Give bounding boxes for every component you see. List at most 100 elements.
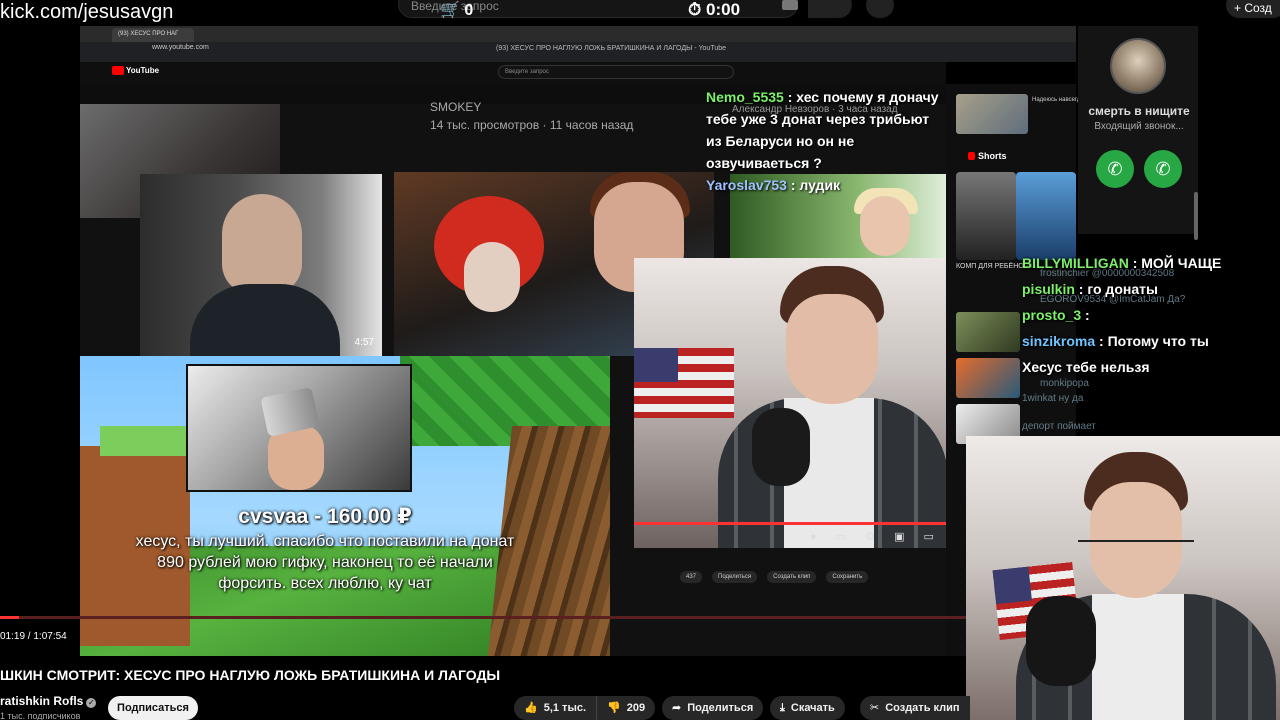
chat-message: BILLYMILLIGAN : МОЙ ЧАЩЕ bbox=[1022, 250, 1280, 276]
kick-url-overlay: kick.com/jesusavgn bbox=[0, 1, 174, 23]
dislike-count: 209 bbox=[626, 702, 646, 714]
tile-pot-webcam bbox=[186, 364, 412, 492]
chat-message: Хесус тебе нельзя bbox=[1022, 354, 1280, 380]
cart-icon: 🛒 bbox=[440, 2, 460, 19]
shorts-label[interactable]: Shorts bbox=[968, 151, 1007, 161]
inner-share-button[interactable]: Поделиться bbox=[712, 571, 758, 583]
face-shape bbox=[786, 294, 878, 404]
download-label: Скачать bbox=[790, 702, 835, 714]
download-icon: ⤓ bbox=[780, 702, 785, 714]
chat-text: : го донаты bbox=[1074, 281, 1158, 297]
chat-text: : Потому что ты bbox=[1095, 333, 1209, 349]
chat-message: sinzikroma : Потому что ты bbox=[1022, 328, 1280, 354]
chat-text: Хесус тебе нельзя bbox=[1022, 359, 1150, 375]
chat-username[interactable]: prosto_3 bbox=[1022, 307, 1081, 323]
channel-smokey: SMOKEY bbox=[430, 100, 482, 114]
chat-username[interactable]: BILLYMILLIGAN bbox=[1022, 255, 1129, 271]
search-icon[interactable] bbox=[808, 0, 852, 18]
accept-call-phone-icon[interactable]: ✆ bbox=[1096, 150, 1134, 188]
create-button[interactable]: + Созд bbox=[1226, 0, 1280, 18]
call-scrollbar[interactable] bbox=[1194, 192, 1198, 240]
stopwatch-icon: ⏱ bbox=[688, 0, 702, 19]
counter-value: 0 bbox=[464, 2, 474, 19]
face-shape bbox=[860, 196, 910, 256]
streamer-webcam bbox=[966, 436, 1280, 720]
inner-save-button[interactable]: Сохранить bbox=[826, 571, 869, 583]
tile-hood-video: 4:57 bbox=[140, 174, 382, 356]
video-title: ШКИН СМОТРИТ: ХЕСУС ПРО НАГЛУЮ ЛОЖЬ БРАТ… bbox=[0, 667, 501, 683]
inner-like-button[interactable]: 437 bbox=[680, 571, 703, 583]
share-icon: ➦ bbox=[672, 702, 682, 714]
dislike-button[interactable]: 👎 209 bbox=[596, 696, 656, 720]
timer-value: 0:00 bbox=[706, 0, 741, 19]
youtube-logo[interactable]: YouTube bbox=[112, 66, 160, 76]
inner-chat-text: : лудик bbox=[786, 177, 841, 193]
browser-address-bar[interactable]: www.youtube.com bbox=[152, 44, 209, 51]
inner-chat-username[interactable]: Yaroslav753 bbox=[706, 177, 787, 193]
clown-face-shape bbox=[464, 242, 520, 312]
verified-icon: ✓ bbox=[86, 698, 97, 708]
sidebar-thumbnail[interactable] bbox=[956, 94, 1028, 134]
download-button[interactable]: ⤓ Скачать bbox=[770, 696, 845, 720]
sidebar-thumbnail[interactable] bbox=[956, 358, 1020, 398]
tile-duration: 4:57 bbox=[354, 337, 374, 348]
sidebar-thumbnail[interactable] bbox=[956, 312, 1020, 352]
chat-username[interactable]: sinzikroma bbox=[1022, 333, 1095, 349]
short-thumbnail[interactable] bbox=[1016, 172, 1076, 260]
inner-progress-bar[interactable] bbox=[634, 522, 946, 525]
inner-clip-button[interactable]: Создать клип bbox=[767, 571, 817, 583]
caller-avatar bbox=[1110, 38, 1166, 94]
donation-alert: cvsvaa - 160.00 ₽ хесус, ты лучший. спас… bbox=[130, 504, 520, 594]
chat-username[interactable]: pisulkin bbox=[1022, 281, 1075, 297]
inner-player-controls[interactable]: ● ▭ ⚙ ▣ ▭ ⛶ bbox=[810, 530, 969, 544]
time-display: 01:19 / 1:07:54 bbox=[0, 631, 67, 642]
youtube-play-icon bbox=[112, 66, 124, 76]
microphone-shape bbox=[752, 408, 810, 486]
video-views: 14 тыс. просмотров · 11 часов назад bbox=[430, 118, 634, 132]
caller-name: смерть в нищите bbox=[1088, 104, 1190, 118]
accept-video-phone-icon[interactable]: ✆ bbox=[1144, 150, 1182, 188]
stream-chat: BILLYMILLIGAN : МОЙ ЧАЩЕ pisulkin : го до… bbox=[1022, 250, 1280, 380]
inner-search-input[interactable]: Введите запрос bbox=[498, 65, 734, 79]
microphone-icon[interactable] bbox=[866, 0, 894, 18]
clip-button[interactable]: ✂ Создать клип bbox=[860, 696, 970, 720]
share-button[interactable]: ➦ Поделиться bbox=[662, 696, 764, 720]
share-label: Поделиться bbox=[687, 702, 754, 714]
subscriber-count: 1 тыс. подписчиков bbox=[0, 711, 81, 720]
microphone-shape bbox=[1026, 596, 1096, 686]
chat-message: prosto_3 : bbox=[1022, 302, 1280, 328]
inner-chat-username[interactable]: Nemo_5535 bbox=[706, 89, 784, 105]
thumbs-up-icon: 👍 bbox=[524, 702, 538, 714]
us-flag-shape bbox=[634, 348, 734, 418]
channel-name-text: ratishkin Rofls bbox=[0, 694, 84, 708]
youtube-logo-text: YouTube bbox=[126, 66, 160, 75]
browser-tab[interactable]: (93) ХЕСУС ПРО НАГ bbox=[112, 28, 194, 42]
chat-text: : МОЙ ЧАЩЕ bbox=[1128, 255, 1222, 271]
like-count: 5,1 тыс. bbox=[543, 702, 587, 714]
face-shape bbox=[222, 194, 302, 294]
keyboard-icon[interactable] bbox=[782, 0, 798, 10]
inner-chat: Nemo_5535 : хес почему я доначу тебе уже… bbox=[706, 86, 946, 196]
inner-video-meta: Александр Невзоров · 3 часа назад bbox=[732, 104, 898, 115]
short-thumbnail[interactable] bbox=[956, 172, 1016, 260]
hoodie-shape bbox=[190, 284, 340, 356]
chat-text: : bbox=[1081, 307, 1090, 323]
channel-name[interactable]: ratishkin Rofls ✓ bbox=[0, 694, 97, 708]
earphone-cable-shape bbox=[1078, 536, 1194, 542]
top-counter: 🛒 0 bbox=[440, 0, 473, 20]
inner-action-row: 437 Поделиться Создать клип Сохранить bbox=[680, 568, 946, 586]
subscribe-button[interactable]: Подписаться bbox=[108, 696, 198, 720]
chat-message: pisulkin : го донаты bbox=[1022, 276, 1280, 302]
top-timer: ⏱ 0:00 bbox=[688, 0, 740, 20]
tile-streamer-webcam bbox=[634, 258, 946, 548]
like-button[interactable]: 👍 5,1 тыс. bbox=[514, 696, 597, 720]
progress-fill[interactable] bbox=[0, 616, 19, 619]
donation-title: cvsvaa - 160.00 ₽ bbox=[238, 505, 412, 528]
create-label: Созд bbox=[1244, 1, 1272, 15]
faded-chat-line: 1winkat ну да bbox=[1022, 393, 1084, 404]
inner-chat-message: Nemo_5535 : хес почему я доначу тебе уже… bbox=[706, 86, 946, 174]
grass-block-shape bbox=[100, 426, 190, 456]
clip-label: Создать клип bbox=[885, 702, 960, 714]
progress-track[interactable] bbox=[0, 616, 966, 619]
browser-window-title: (93) ХЕСУС ПРО НАГЛУЮ ЛОЖЬ БРАТИШКИНА И … bbox=[496, 45, 727, 52]
